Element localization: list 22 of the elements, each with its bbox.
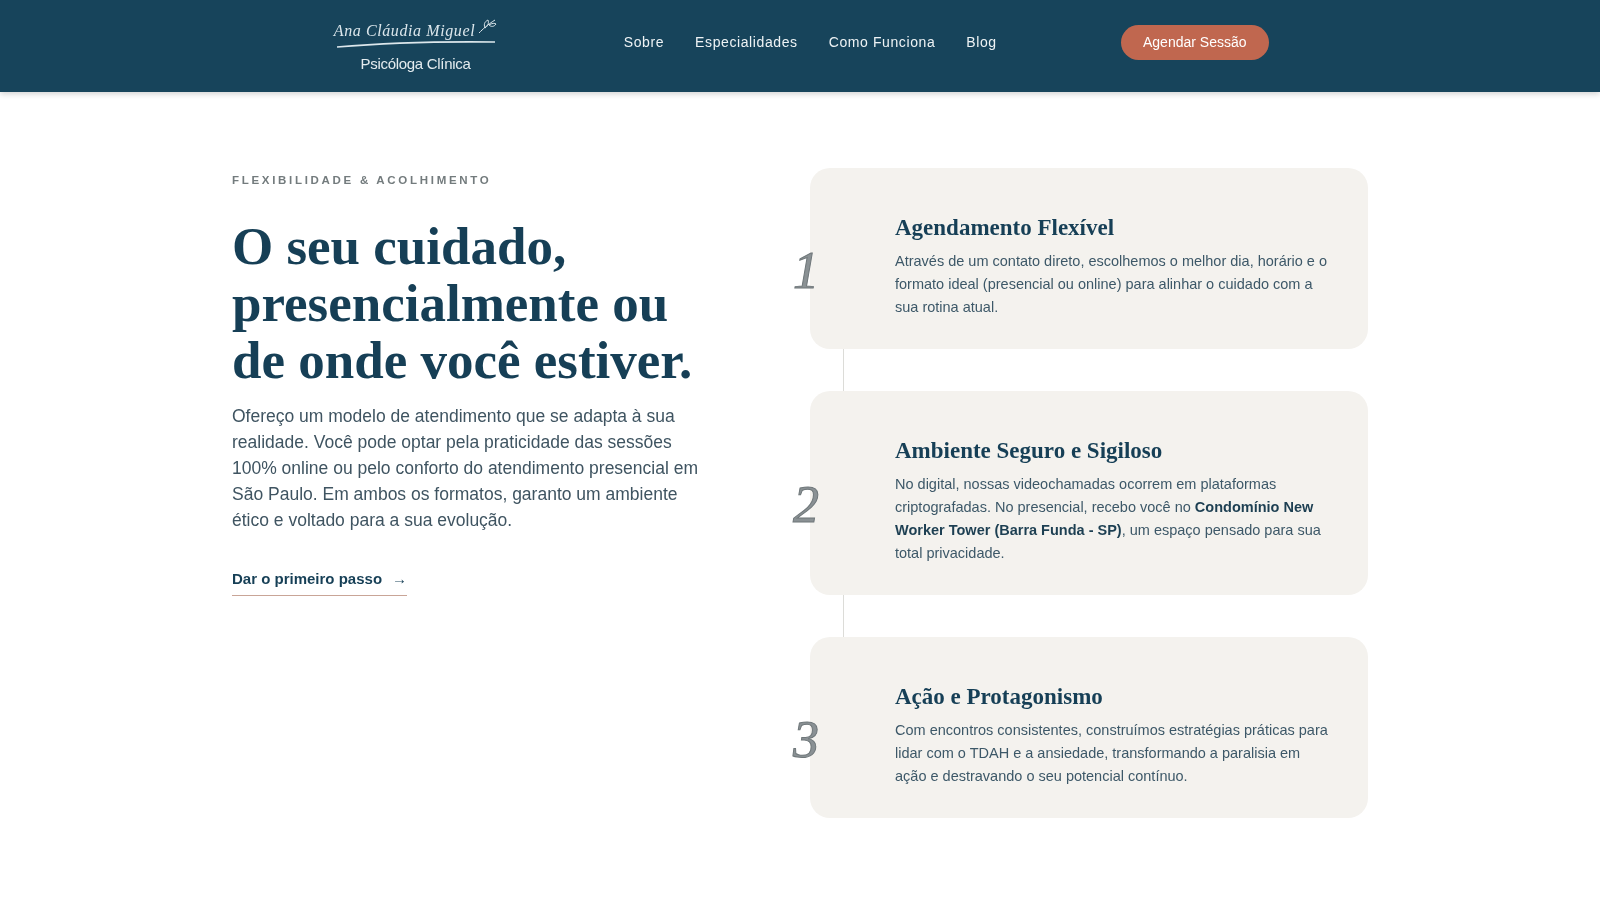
step-description: Com encontros consistentes, construímos estratégias práticas para lidar com o TDAH e a ansiedade, transformando a paralisia em ação e destravando o seu potencial contínuo. bbox=[895, 721, 1329, 786]
step-description: No digital, nossas videochamadas ocorrem em plataformas criptografadas. No presencial, recebo você no Condomínio New Worker Tower (Barra Funda - SP), um espaço pensado para sua total privacidade. bbox=[895, 475, 1322, 563]
step-description: Através de um contato direto, escolhemos o melhor dia, horário e o formato ideal (presencial ou online) para alinhar o cuidado com a sua rotina atual. bbox=[895, 252, 1328, 317]
leaf-icon bbox=[477, 19, 498, 35]
logo-script-text: Ana Cláudia Miguel bbox=[333, 22, 476, 40]
nav-link[interactable]: Blog bbox=[966, 34, 997, 50]
step-number: 2 bbox=[793, 479, 819, 531]
nav-link[interactable]: Como Funciona bbox=[828, 34, 936, 50]
nav-link[interactable]: Especialidades bbox=[695, 34, 798, 50]
step-title: Ação e Protagonismo bbox=[895, 683, 1104, 711]
step-title: Agendamento Flexível bbox=[895, 214, 1116, 242]
schedule-button[interactable]: Agendar Sessão bbox=[1120, 24, 1269, 60]
nav-link[interactable]: Sobre bbox=[623, 34, 665, 50]
step-number: 3 bbox=[793, 713, 819, 766]
step-title: Ambiente Seguro e Sigiloso bbox=[895, 437, 1164, 465]
step-number: 1 bbox=[793, 244, 819, 297]
logo-subtitle: Psicóloga Clínica bbox=[360, 55, 471, 73]
hero-heading: O seu cuidado, presencialmente ou de onde você estiver. bbox=[232, 218, 694, 389]
flourish-line-icon bbox=[335, 40, 496, 48]
hero-paragraph: Ofereço um modelo de atendimento que se adapta à sua realidade. Você pode optar pela praticidade das sessões 100% online ou pelo conforto do atendimento presencial em São Paulo. Em ambos os formatos, garanto um ambiente ético e voltado para a sua evolução. bbox=[232, 405, 699, 532]
eyebrow-text: FLEXIBILIDADE & ACOLHIMENTO bbox=[232, 173, 493, 188]
first-step-link[interactable]: Dar o primeiro passo → bbox=[232, 570, 408, 596]
